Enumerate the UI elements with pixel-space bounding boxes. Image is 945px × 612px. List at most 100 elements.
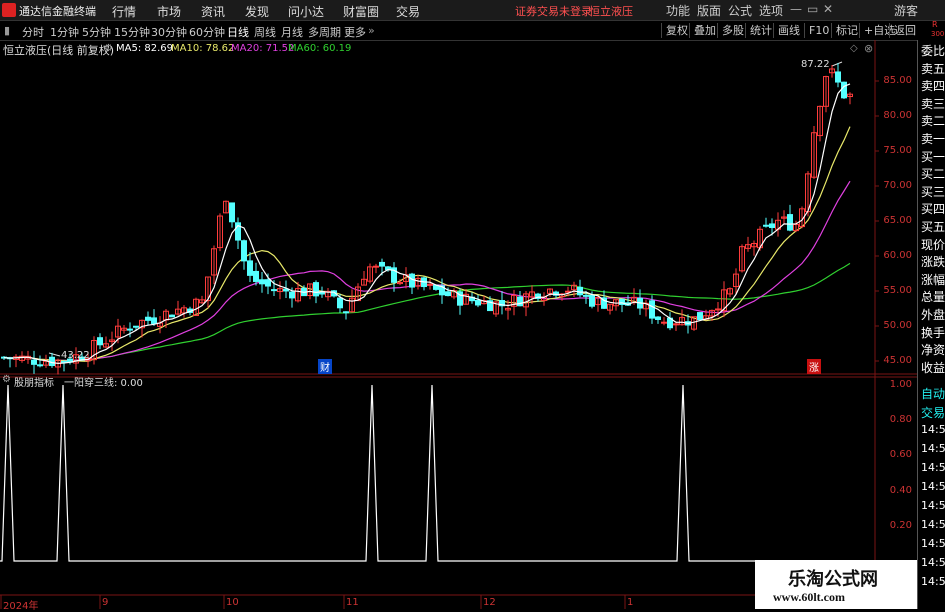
current-stock[interactable]: 恒立液压 [589,3,633,19]
menu-wenxiaoda[interactable]: 问小达 [288,3,324,20]
period-more[interactable]: 更多 [344,24,366,40]
date-tick-label: 10 [226,597,239,608]
tick-time: 14:56 [921,461,945,474]
period-multi[interactable]: 多周期 [308,24,341,40]
biaoji-button[interactable]: 标记 [831,23,862,38]
login-status[interactable]: 证券交易未登录 [515,3,592,19]
diejia-button[interactable]: 叠加 [689,23,720,38]
candle-body [649,300,655,319]
tick-time: 14:56 [921,423,945,436]
period-15min[interactable]: 15分钟 [114,24,150,40]
f10-button[interactable]: F10 [804,23,833,38]
price-tick-label: 65.00 [883,215,912,226]
period-monthly[interactable]: 月线 [281,24,303,40]
indicator-gear-icon[interactable]: ⚙ [2,374,11,385]
quote-field-label[interactable]: 现价 [921,236,945,253]
financial-report-badge[interactable]: 财 [318,359,332,374]
menu-xuanxiang[interactable]: 选项 [759,2,783,19]
candle-body [841,81,847,99]
quote-field-label[interactable]: 买三 [921,183,945,200]
indicator-value: 一阳穿三线: 0.00 [64,378,143,389]
price-grid [0,40,917,609]
back-button[interactable]: 返回 [889,23,920,38]
watermark-url: www.60lt.com [773,590,845,604]
quote-field-label[interactable]: 换手 [921,324,945,341]
candle-body [373,265,379,268]
candle-body [577,286,583,296]
period-5min[interactable]: 5分钟 [82,24,111,40]
period-weekly[interactable]: 周线 [254,24,276,40]
candle-body [37,364,43,367]
rise-badge[interactable]: 涨 [807,359,821,374]
auto-trade-label[interactable]: 交易 [921,404,945,421]
menu-gongshi[interactable]: 公式 [728,2,752,19]
period-daily[interactable]: 日线 [227,24,249,40]
close-icon[interactable]: ✕ [823,2,833,16]
quote-field-label[interactable]: 卖一 [921,130,945,147]
signal-polyline [0,384,875,562]
period-1min[interactable]: 1分钟 [50,24,79,40]
candle-body [259,279,265,285]
quote-field-label[interactable]: 卖三 [921,95,945,112]
huaxian-button[interactable]: 画线 [773,23,804,38]
quote-field-label[interactable]: 买一 [921,148,945,165]
indicator-tick-label: 0.40 [889,484,912,496]
menu-shichang[interactable]: 市场 [157,3,181,20]
menu-gongneng[interactable]: 功能 [666,2,690,19]
quote-field-label[interactable]: 收益 [921,359,945,376]
quote-field-label[interactable]: 委比 [921,42,945,59]
date-tick-label: 9 [102,597,109,608]
date-tick-label: 11 [346,597,359,608]
candle-body [31,359,37,365]
menu-faxian[interactable]: 发现 [245,3,269,20]
candle-body [409,273,415,288]
quote-field-label[interactable]: 涨跌 [921,253,945,270]
quote-field-label[interactable]: 卖五 [921,60,945,77]
kline-chart[interactable] [0,40,917,609]
more-arrow-icon[interactable]: » [368,24,375,37]
quote-field-label[interactable]: 买二 [921,165,945,182]
candle-body [763,224,769,227]
indicator-tick-label: 0.80 [889,414,912,426]
quote-field-label[interactable]: 买四 [921,200,945,217]
menu-banmian[interactable]: 版面 [697,2,721,19]
menu-zixun[interactable]: 资讯 [201,3,225,20]
candle-body [655,316,661,320]
collapse-icon[interactable]: ▮ [4,24,10,37]
period-30min[interactable]: 30分钟 [151,24,187,40]
menu-caifuquan[interactable]: 财富圈 [343,3,379,20]
candle-body [265,279,271,287]
candle-body [475,299,481,306]
duogu-button[interactable]: 多股 [717,23,748,38]
period-fenshi[interactable]: 分时 [22,24,44,40]
candle-body [97,337,103,346]
tongji-button[interactable]: 统计 [745,23,776,38]
quote-field-label[interactable]: 总量 [921,288,945,305]
quote-field-label[interactable]: 外盘 [921,306,945,323]
quote-field-label[interactable]: 买五 [921,218,945,235]
quote-field-label[interactable]: 净资 [921,341,945,358]
panel-tag-r: R [932,20,938,29]
indicator-tick-label: 1.00 [889,379,912,390]
menu-hangqing[interactable]: 行情 [112,3,136,20]
quote-field-label[interactable]: 卖二 [921,112,945,129]
ma10-line [3,126,851,363]
candle-body [769,223,775,229]
restore-icon[interactable]: ▭ [807,2,818,16]
menu-jiaoyi[interactable]: 交易 [396,3,420,20]
candle-body [229,202,235,223]
quote-field-label[interactable]: 涨幅 [921,271,945,288]
candle-body [517,296,523,307]
price-tick-label: 45.00 [883,355,912,366]
period-60min[interactable]: 60分钟 [189,24,225,40]
indicator-tick-label: 0.60 [889,449,912,461]
price-tick-label: 60.00 [883,250,912,261]
auto-trade-label[interactable]: 自动 [921,385,945,402]
candle-body [661,321,667,324]
quote-field-label[interactable]: 卖四 [921,77,945,94]
minimize-icon[interactable]: — [790,2,802,16]
fuquan-button[interactable]: 复权 [661,23,692,38]
high-arrow [831,61,843,67]
candle-body [247,260,253,276]
guest-button[interactable]: 游客 [894,2,918,19]
